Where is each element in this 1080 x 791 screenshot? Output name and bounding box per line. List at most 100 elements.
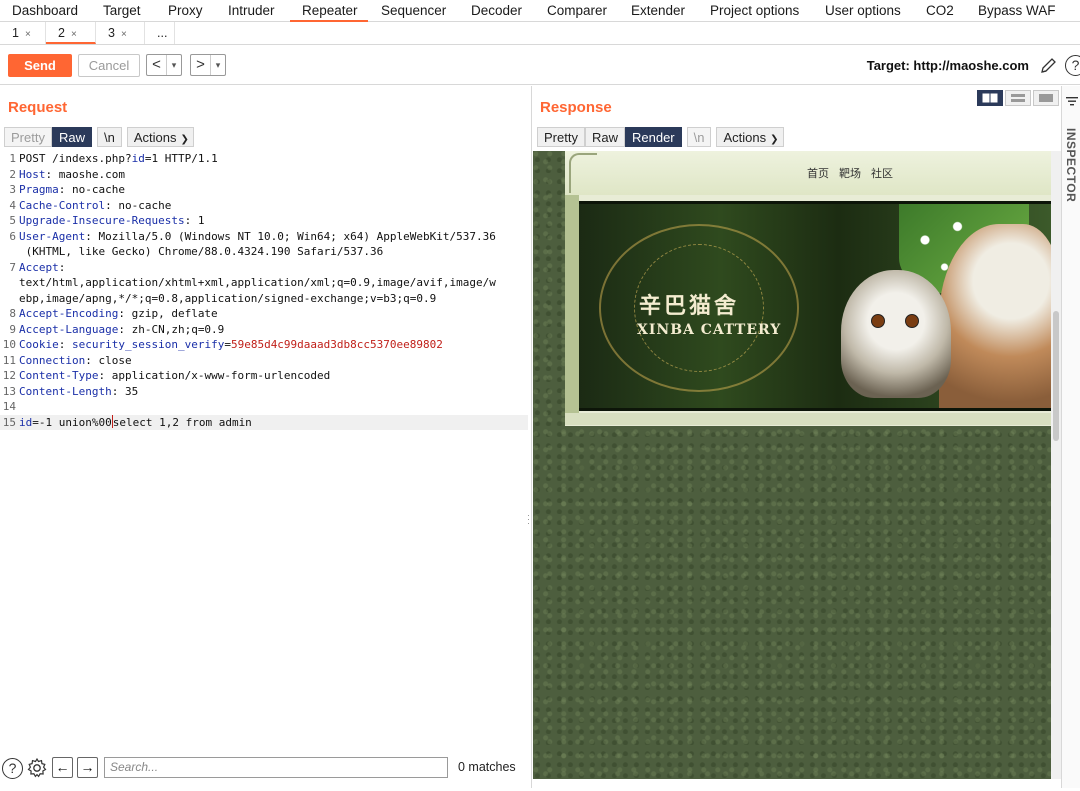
banner-english-title: XINBA CATTERY	[637, 322, 782, 338]
back-history-dropdown[interactable]: ▾	[167, 60, 181, 71]
editor-line[interactable]: 8 Accept-Encoding: gzip, deflate	[0, 306, 528, 322]
site-nav-home-link[interactable]: 首页	[807, 168, 829, 180]
scrollbar-thumb[interactable]	[1053, 311, 1059, 441]
header-name: security_session_verify	[72, 338, 225, 351]
rendered-response-view: 首页 靶场 社区 辛巴猫舍 XINBA CATTERY	[533, 151, 1051, 779]
editor-line[interactable]: 15 id=-1 union%00select 1,2 from admin	[0, 414, 528, 430]
help-icon[interactable]: ?	[1065, 55, 1080, 76]
splitter-handle[interactable]: · · ·	[527, 511, 530, 528]
site-nav-range-link[interactable]: 靶场	[839, 168, 861, 180]
rendered-page: 首页 靶场 社区 辛巴猫舍 XINBA CATTERY	[565, 151, 1051, 426]
close-icon[interactable]: ×	[121, 29, 127, 40]
filter-icon[interactable]	[1065, 94, 1079, 108]
tab-user-options[interactable]: User options	[825, 0, 901, 22]
editor-line[interactable]: 10 Cookie: security_session_verify=59e85d…	[0, 337, 528, 353]
header-value: select 1,2 from admin	[112, 415, 252, 429]
next-match-button[interactable]: →	[77, 757, 98, 778]
pretty-view-button[interactable]: Pretty	[4, 127, 52, 147]
line-content: User-Agent: Mozilla/5.0 (Windows NT 10.0…	[19, 229, 496, 245]
line-number: 7	[9, 260, 16, 274]
editor-line[interactable]: 5 Upgrade-Insecure-Requests: 1	[0, 213, 528, 229]
tab-dashboard[interactable]: Dashboard	[12, 0, 78, 22]
raw-view-button[interactable]: Raw	[51, 127, 92, 147]
tab-extender[interactable]: Extender	[631, 0, 685, 22]
header-value: : gzip, deflate	[118, 307, 218, 320]
tab-intruder[interactable]: Intruder	[228, 0, 275, 22]
header-value: : application/x-www-form-urlencoded	[98, 369, 331, 382]
tabs-layout-icon[interactable]	[1033, 90, 1059, 106]
editor-line[interactable]: (KHTML, like Gecko) Chrome/88.0.4324.190…	[0, 244, 528, 260]
tab-decoder[interactable]: Decoder	[471, 0, 522, 22]
header-name: id	[19, 415, 33, 429]
site-nav-community-link[interactable]: 社区	[871, 168, 893, 180]
editor-line[interactable]: 2 Host: maoshe.com	[0, 167, 528, 183]
request-tab-label: 2	[58, 26, 65, 40]
editor-line[interactable]: 12 Content-Type: application/x-www-form-u…	[0, 368, 528, 384]
editor-line[interactable]: 6 User-Agent: Mozilla/5.0 (Windows NT 10.…	[0, 229, 528, 245]
editor-line[interactable]: 13 Content-Length: 35	[0, 384, 528, 400]
close-icon[interactable]: ×	[71, 29, 77, 40]
tab-repeater[interactable]: Repeater	[290, 0, 368, 22]
header-value: : zh-CN,zh;q=0.9	[118, 322, 225, 336]
newline-toggle-button[interactable]: \n	[686, 127, 712, 147]
tab-target[interactable]: Target	[103, 0, 141, 22]
new-tab-button[interactable]: ...	[145, 22, 175, 44]
editor-line[interactable]: text/html,application/xhtml+xml,applicat…	[0, 275, 528, 291]
line-number	[0, 244, 19, 260]
editor-line[interactable]: 7 Accept:	[0, 260, 528, 276]
repeater-toolbar: Send Cancel < ▾ > ▾ Target: http://maosh…	[0, 45, 1080, 85]
tab-project-options[interactable]: Project options	[710, 0, 799, 22]
pretty-view-button[interactable]: Pretty	[537, 127, 585, 147]
page-header-bottom-strip	[565, 413, 1051, 425]
help-icon[interactable]: ?	[2, 758, 23, 779]
tab-sequencer[interactable]: Sequencer	[381, 0, 446, 22]
forward-history-dropdown[interactable]: ▾	[211, 60, 225, 71]
page-header-strip: 首页 靶场 社区	[565, 151, 1051, 195]
main-menu-tabs: Dashboard Target Proxy Intruder Repeater…	[0, 0, 1080, 22]
line-content: Upgrade-Insecure-Requests: 1	[19, 213, 204, 229]
request-editor[interactable]: 1 POST /indexs.php?id=1 HTTP/1.1 2 Host: ma…	[0, 151, 528, 791]
request-tab-2[interactable]: 2 ×	[46, 22, 96, 44]
response-scrollbar[interactable]	[1051, 151, 1061, 779]
forward-arrow-icon[interactable]: >	[191, 55, 211, 75]
previous-match-button[interactable]: ←	[52, 757, 73, 778]
editor-line[interactable]: 14	[0, 399, 528, 415]
request-tab-1[interactable]: 1 ×	[0, 22, 46, 44]
editor-line[interactable]: 1 POST /indexs.php?id=1 HTTP/1.1	[0, 151, 528, 167]
request-tab-3[interactable]: 3 ×	[96, 22, 145, 44]
line-content: POST /indexs.php?id=1 HTTP/1.1	[19, 151, 218, 167]
header-name: Pragma	[19, 183, 59, 196]
editor-line[interactable]: ebp,image/apng,*/*;q=0.8,application/sig…	[0, 291, 528, 307]
render-view-button[interactable]: Render	[624, 127, 682, 147]
request-tab-label: 1	[12, 26, 19, 40]
header-name: Accept-Language	[19, 322, 119, 336]
editor-line[interactable]: 9 Accept-Language: zh-CN,zh;q=0.9	[0, 322, 528, 338]
tab-proxy[interactable]: Proxy	[168, 0, 203, 22]
tab-comparer[interactable]: Comparer	[547, 0, 607, 22]
cancel-button[interactable]: Cancel	[78, 54, 140, 77]
actions-menu-button[interactable]: Actions ❯	[126, 127, 194, 147]
editor-line[interactable]: 11 Connection: close	[0, 353, 528, 369]
pencil-icon[interactable]	[1038, 56, 1058, 76]
close-icon[interactable]: ×	[25, 29, 31, 40]
header-value: : close	[85, 353, 132, 367]
header-name: Content-Length	[19, 384, 112, 398]
actions-menu-button[interactable]: Actions ❯	[716, 127, 784, 147]
tab-co2[interactable]: CO2	[926, 0, 954, 22]
editor-line[interactable]: 4 Cache-Control: no-cache	[0, 198, 528, 214]
newline-toggle-button[interactable]: \n	[96, 127, 122, 147]
header-value: : no-cache	[58, 183, 125, 196]
split-vertical-icon[interactable]	[1005, 90, 1031, 106]
search-input[interactable]: Search...	[104, 757, 448, 778]
raw-view-button[interactable]: Raw	[584, 127, 625, 147]
inspector-sidebar[interactable]: INSPECTOR	[1061, 86, 1080, 788]
split-horizontal-icon[interactable]	[977, 90, 1003, 106]
gear-icon[interactable]	[26, 757, 48, 779]
line-content: Content-Length: 35	[19, 384, 138, 400]
tab-bypass-waf[interactable]: Bypass WAF	[978, 0, 1056, 22]
send-button[interactable]: Send	[8, 54, 72, 77]
header-value: :	[58, 338, 72, 351]
editor-line[interactable]: 3 Pragma: no-cache	[0, 182, 528, 198]
inspector-label[interactable]: INSPECTOR	[1064, 128, 1078, 202]
back-arrow-icon[interactable]: <	[147, 55, 167, 75]
